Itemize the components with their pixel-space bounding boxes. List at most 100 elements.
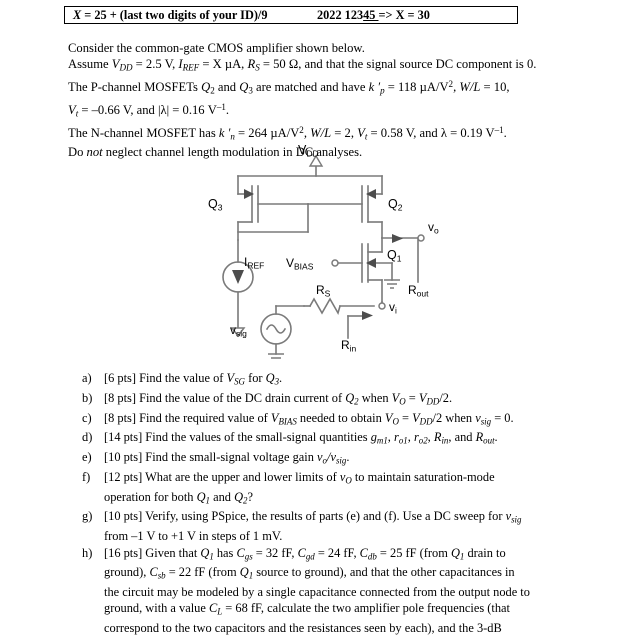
q2-sym: Q bbox=[201, 80, 211, 95]
nmos-prefix: The N-channel MOSFET has bbox=[68, 125, 219, 140]
question-item: h) [16 pts] Given that Q1 has Cgs = 32 fF… bbox=[82, 545, 588, 636]
question-line: [6 pts] Find the value of VSG for Q3. bbox=[104, 370, 588, 390]
q1-label-text: Q1 bbox=[387, 248, 402, 264]
vi-label-text: vi bbox=[389, 300, 397, 316]
text-fragment: to maintain saturation-mode bbox=[351, 469, 495, 484]
header-example-suffix: => X = 30 bbox=[378, 8, 430, 22]
rs-label-text: RS bbox=[316, 283, 331, 299]
question-text: [14 pts] Find the values of the small-si… bbox=[104, 429, 588, 449]
vtn-sym: V bbox=[357, 125, 365, 140]
vo-label-text: vo bbox=[428, 220, 439, 236]
text-fragment: sig bbox=[335, 455, 347, 466]
text-fragment: = 25 fF (from bbox=[376, 545, 451, 560]
text-fragment: Q bbox=[239, 565, 249, 580]
vdd-value: = 2.5 V, bbox=[132, 57, 179, 72]
header-example-underline: 45 bbox=[363, 8, 379, 22]
text-fragment: sig bbox=[511, 514, 522, 525]
vi-terminal bbox=[378, 302, 386, 310]
q3-label-text: Q3 bbox=[208, 197, 223, 213]
text-fragment: SG bbox=[234, 376, 245, 387]
question-text: [12 pts] What are the upper and lower li… bbox=[104, 469, 588, 509]
vdd-label-text: VDD bbox=[298, 143, 319, 159]
question-line: [8 pts] Find the value of the DC drain c… bbox=[104, 390, 588, 410]
wl-n-value: = 2, bbox=[331, 125, 358, 140]
text-fragment: m1 bbox=[376, 435, 388, 446]
question-line: [10 pts] Find the small-signal voltage g… bbox=[104, 449, 588, 469]
intro-line-1: Consider the common-gate CMOS amplifier … bbox=[68, 41, 365, 55]
question-line: correspond to the two capacitors and the… bbox=[104, 620, 588, 636]
rin-arrow bbox=[362, 311, 373, 320]
text-fragment: [10 pts] Find the small-signal voltage g… bbox=[104, 450, 318, 465]
vdd-subscript: DD bbox=[119, 62, 133, 73]
question-letter: a) bbox=[82, 371, 92, 385]
question-line: operation for both Q1 and Q2? bbox=[104, 489, 588, 509]
question-text: [8 pts] Find the required value of V BIAS… bbox=[104, 410, 588, 430]
header-example-prefix: 2022 123 bbox=[317, 8, 364, 22]
text-fragment: = 24 fF, bbox=[314, 545, 360, 560]
not-word: not bbox=[86, 145, 103, 160]
question-text: [16 pts] Given that Q1 has Cgs = 32 fF, … bbox=[104, 545, 588, 636]
rs-zigzag bbox=[308, 297, 341, 316]
vbias-terminal bbox=[331, 259, 339, 267]
question-line: [14 pts] Find the values of the small-si… bbox=[104, 429, 588, 449]
text-fragment: [10 pts] Verify, using PSpice, the resul… bbox=[104, 509, 506, 524]
text-fragment: /2. bbox=[439, 390, 453, 405]
assume-word: Assume bbox=[68, 57, 112, 72]
question-list: a) [6 pts] Find the value of VSG for Q3. b… bbox=[82, 370, 588, 636]
circuit-diagram: VDD Q3 Q2 Q1 IREF VBIAS vo vi RS Rout Ri… bbox=[186, 142, 466, 365]
question-item: e) [10 pts] Find the small-signal voltage… bbox=[82, 449, 588, 469]
question-letter: b) bbox=[82, 390, 93, 405]
do-word: Do bbox=[68, 145, 87, 160]
question-line: ground, with a value CL = 68 fF, calcula… bbox=[104, 600, 588, 620]
kn-sym: k ′ bbox=[218, 125, 231, 140]
question-line: ground), Csb = 22 fF (from Q1 source to … bbox=[104, 564, 588, 584]
kp-value: = 118 µA/V bbox=[384, 80, 449, 95]
text-fragment: C bbox=[359, 545, 368, 560]
lambda-exponent: –1 bbox=[216, 101, 226, 112]
text-fragment: Q bbox=[196, 489, 206, 504]
text-fragment: = 68 fF, calculate the two amplifier pol… bbox=[222, 601, 510, 616]
text-fragment: Q bbox=[200, 545, 210, 560]
question-item: c) [8 pts] Find the required value of V BI… bbox=[82, 410, 588, 430]
text-fragment: when bbox=[358, 390, 392, 405]
rout-label-text: Rout bbox=[408, 283, 429, 299]
question-letter: f) bbox=[82, 469, 91, 484]
text-fragment: . bbox=[279, 371, 283, 385]
vtn-value: = 0.58 V, and λ = 0.19 V bbox=[367, 125, 495, 140]
text-fragment: Q bbox=[265, 371, 275, 385]
vt-sym: V bbox=[68, 102, 76, 117]
lambda-n-exponent: –1 bbox=[494, 124, 504, 135]
text-fragment: = bbox=[405, 390, 419, 405]
q2-label-text: Q2 bbox=[388, 197, 403, 213]
question-line: [10 pts] Verify, using PSpice, the resul… bbox=[104, 508, 588, 528]
text-fragment: C bbox=[208, 601, 218, 616]
intro-line-2: Assume VDD = 2.5 V, IREF = X µA, RS = 50… bbox=[68, 56, 588, 76]
text-fragment: V bbox=[226, 371, 235, 385]
header-formula: X = 25 + (last two digits of your ID)/9 bbox=[73, 8, 268, 22]
question-letter: c) bbox=[82, 410, 92, 425]
text-fragment: from –1 V to +1 V in steps of 1 mV. bbox=[104, 529, 283, 544]
text-fragment: needed to obtain bbox=[296, 410, 385, 425]
rin-label-text: Rin bbox=[341, 338, 357, 354]
text-fragment: o1 bbox=[398, 435, 408, 446]
text-fragment: gd bbox=[305, 551, 315, 562]
text-fragment: = 0. bbox=[491, 410, 514, 425]
text-fragment: gs bbox=[244, 551, 253, 562]
text-fragment: DD bbox=[419, 416, 433, 427]
question-text: [6 pts] Find the value of VSG for Q3. bbox=[104, 370, 588, 390]
header-example: 2022 12345 => X = 30 bbox=[317, 7, 430, 23]
question-text: [10 pts] Find the small-signal voltage g… bbox=[104, 449, 588, 469]
iref-value: = X µA, bbox=[199, 57, 248, 72]
pmos-prefix: The P-channel MOSFETs bbox=[68, 80, 202, 95]
text-fragment: C bbox=[297, 545, 306, 560]
question-text: [10 pts] Verify, using PSpice, the resul… bbox=[104, 508, 588, 544]
text-fragment: out bbox=[483, 435, 495, 446]
intro-line-4: Vt = –0.66 V, and |λ| = 0.16 V–1. bbox=[68, 99, 588, 122]
text-fragment: /2 when bbox=[432, 410, 476, 425]
iref-subscript: REF bbox=[182, 62, 200, 73]
question-line: [8 pts] Find the required value of V BIAS… bbox=[104, 410, 588, 430]
question-letter: g) bbox=[82, 509, 93, 524]
text-fragment: sb bbox=[157, 570, 166, 581]
text-fragment: = 22 fF (from bbox=[165, 565, 240, 580]
text-fragment: operation for both bbox=[104, 489, 197, 504]
